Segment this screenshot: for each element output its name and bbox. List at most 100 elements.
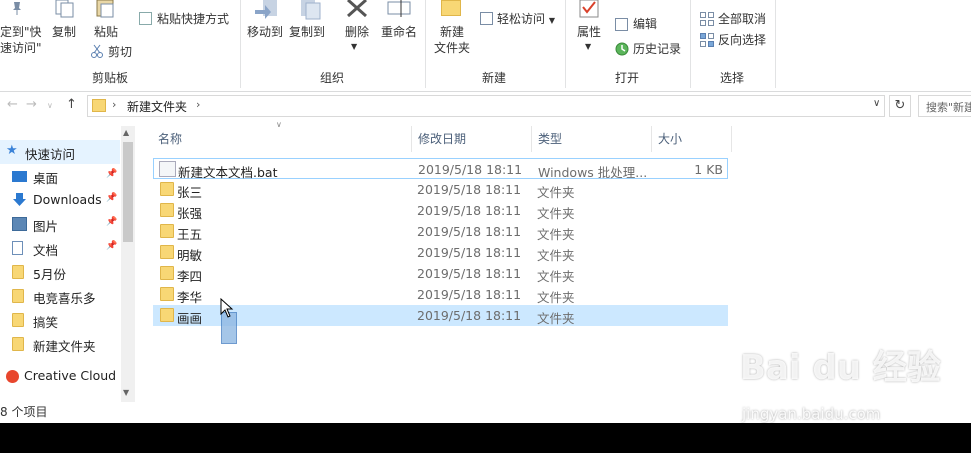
ribbon-separator xyxy=(425,0,426,88)
breadcrumb-chevron-icon: › xyxy=(112,98,117,111)
forward-button[interactable]: → xyxy=(26,97,37,112)
pin-icon[interactable]: 📌 xyxy=(106,217,117,227)
scroll-down-arrow-icon[interactable]: ▼ xyxy=(123,388,129,397)
pin-icon[interactable]: 📌 xyxy=(106,241,117,251)
nav-scrollbar-thumb[interactable] xyxy=(123,142,133,242)
paste-shortcut-button[interactable]: 粘贴快捷方式 xyxy=(157,11,229,27)
folder-icon xyxy=(160,245,174,259)
select-none-button[interactable]: 全部取消 xyxy=(718,11,766,27)
address-bar[interactable]: › 新建文件夹 › ∨ xyxy=(87,95,885,117)
cut-icon xyxy=(90,44,104,58)
file-row[interactable]: 新建文本文档.bat 2019/5/18 18:11 Windows 批处理... 1… xyxy=(153,158,728,180)
new-group-label: 新建 xyxy=(482,71,507,85)
column-header-name[interactable]: 名称 xyxy=(158,130,182,147)
breadcrumb-path[interactable]: 新建文件夹 xyxy=(127,98,187,115)
nav-item[interactable]: 搞笑 xyxy=(0,308,120,332)
file-type: 文件夹 xyxy=(537,185,575,200)
invert-selection-button[interactable]: 反向选择 xyxy=(718,32,766,48)
nav-item[interactable]: 5月份 xyxy=(0,260,120,284)
file-name: 李四 xyxy=(177,269,203,284)
file-row[interactable]: 李四 2019/5/18 18:11 文件夹 xyxy=(153,263,728,284)
copy-icon xyxy=(53,0,77,18)
file-name: 张强 xyxy=(177,206,203,221)
copy-to-button[interactable]: 复制到 xyxy=(289,24,325,40)
download-icon xyxy=(12,193,27,207)
scroll-up-arrow-icon[interactable]: ▲ xyxy=(123,128,129,137)
nav-item[interactable]: 新建文件夹 xyxy=(0,332,120,356)
file-row[interactable]: 明敏 2019/5/18 18:11 文件夹 xyxy=(153,242,728,263)
organize-group-label: 组织 xyxy=(320,71,345,85)
edit-button[interactable]: 编辑 xyxy=(633,16,657,32)
search-input[interactable]: 搜索"新建 xyxy=(918,95,971,117)
nav-item[interactable]: 文档 📌 xyxy=(0,236,120,260)
explorer-window: 定到"快 速访问" 复制 粘贴 粘贴快捷方式 剪切 剪贴板 移动到 复制到 删除… xyxy=(0,0,971,423)
file-row[interactable]: 张强 2019/5/18 18:11 文件夹 xyxy=(153,200,728,221)
paste-button[interactable]: 粘贴 xyxy=(94,24,118,40)
address-dropdown-icon[interactable]: ∨ xyxy=(873,98,880,109)
properties-button[interactable]: 属性 xyxy=(577,24,601,40)
desktop-icon xyxy=(12,171,27,182)
navigation-pane: ★ 快速访问 桌面 📌 Downloads 📌 图片 📌 文档 📌 5月份 电竞喜乐多 搞笑 新建文件… xyxy=(0,126,135,406)
pin-icon[interactable]: 📌 xyxy=(106,169,117,179)
properties-icon xyxy=(579,0,601,18)
ribbon-separator xyxy=(775,0,776,88)
ribbon: 定到"快 速访问" 复制 粘贴 粘贴快捷方式 剪切 剪贴板 移动到 复制到 删除… xyxy=(0,0,971,92)
move-to-icon xyxy=(255,0,281,20)
refresh-button[interactable]: ↻ xyxy=(889,95,911,117)
move-to-button[interactable]: 移动到 xyxy=(247,24,283,40)
folder-icon xyxy=(12,289,24,303)
file-date: 2019/5/18 18:11 xyxy=(418,162,523,177)
back-button[interactable]: ← xyxy=(7,97,18,112)
clipboard-group-label: 剪贴板 xyxy=(92,71,129,85)
recent-locations-button[interactable]: ∨ xyxy=(47,101,53,110)
cut-button[interactable]: 剪切 xyxy=(108,44,132,60)
easy-access-icon xyxy=(480,12,493,25)
file-row[interactable]: 王五 2019/5/18 18:11 文件夹 xyxy=(153,221,728,242)
delete-button[interactable]: 删除 xyxy=(345,24,369,40)
column-divider[interactable] xyxy=(731,126,732,152)
column-header-type[interactable]: 类型 xyxy=(538,130,562,147)
nav-item[interactable]: 图片 📌 xyxy=(0,212,120,236)
nav-item[interactable]: 电竞喜乐多 xyxy=(0,284,120,308)
column-header-date[interactable]: 修改日期 xyxy=(418,130,466,147)
status-item-count: 8 个项目 xyxy=(0,405,48,419)
pin-quick-access-button[interactable]: 定到"快 速访问" xyxy=(0,24,42,56)
nav-item[interactable]: 桌面 📌 xyxy=(0,164,120,188)
file-date: 2019/5/18 18:11 xyxy=(417,203,522,218)
nav-item-label: 桌面 xyxy=(33,171,59,186)
column-divider[interactable] xyxy=(531,126,532,152)
rename-icon xyxy=(387,0,413,18)
column-divider[interactable] xyxy=(651,126,652,152)
nav-item-creative-cloud[interactable]: Creative Cloud F xyxy=(0,364,127,388)
folder-icon xyxy=(160,308,174,322)
baidu-watermark: Bai du 经验 xyxy=(740,348,941,388)
file-date: 2019/5/18 18:11 xyxy=(417,224,522,239)
up-button[interactable]: ↑ xyxy=(66,97,77,112)
nav-item[interactable]: Downloads 📌 xyxy=(0,188,120,212)
select-none-icon xyxy=(700,12,714,26)
history-button[interactable]: 历史记录 xyxy=(633,41,681,57)
file-date: 2019/5/18 18:11 xyxy=(417,287,522,302)
column-header-size[interactable]: 大小 xyxy=(658,130,682,147)
column-divider[interactable] xyxy=(411,126,412,152)
copy-button[interactable]: 复制 xyxy=(52,24,76,40)
file-name: 明敏 xyxy=(177,248,203,263)
file-row[interactable]: 画画 2019/5/18 18:11 文件夹 xyxy=(153,305,728,326)
file-type: 文件夹 xyxy=(537,248,575,263)
file-row[interactable]: 李华 2019/5/18 18:11 文件夹 xyxy=(153,284,728,305)
ribbon-separator xyxy=(240,0,241,88)
file-type: 文件夹 xyxy=(537,290,575,305)
star-icon: ★ xyxy=(6,143,18,158)
rename-button[interactable]: 重命名 xyxy=(381,24,417,40)
nav-item-label: 搞笑 xyxy=(33,315,59,330)
file-row[interactable]: 张三 2019/5/18 18:11 文件夹 xyxy=(153,179,728,200)
new-folder-button[interactable]: 新建 文件夹 xyxy=(434,24,470,56)
pictures-icon xyxy=(12,217,27,231)
nav-item-label: 电竞喜乐多 xyxy=(33,291,96,306)
file-date: 2019/5/18 18:11 xyxy=(417,308,522,323)
easy-access-button[interactable]: 轻松访问 ▼ xyxy=(497,11,555,29)
folder-icon xyxy=(160,224,174,238)
nav-item-quick-access[interactable]: ★ 快速访问 xyxy=(0,140,120,164)
file-type: 文件夹 xyxy=(537,269,575,284)
pin-icon[interactable]: 📌 xyxy=(106,193,117,203)
